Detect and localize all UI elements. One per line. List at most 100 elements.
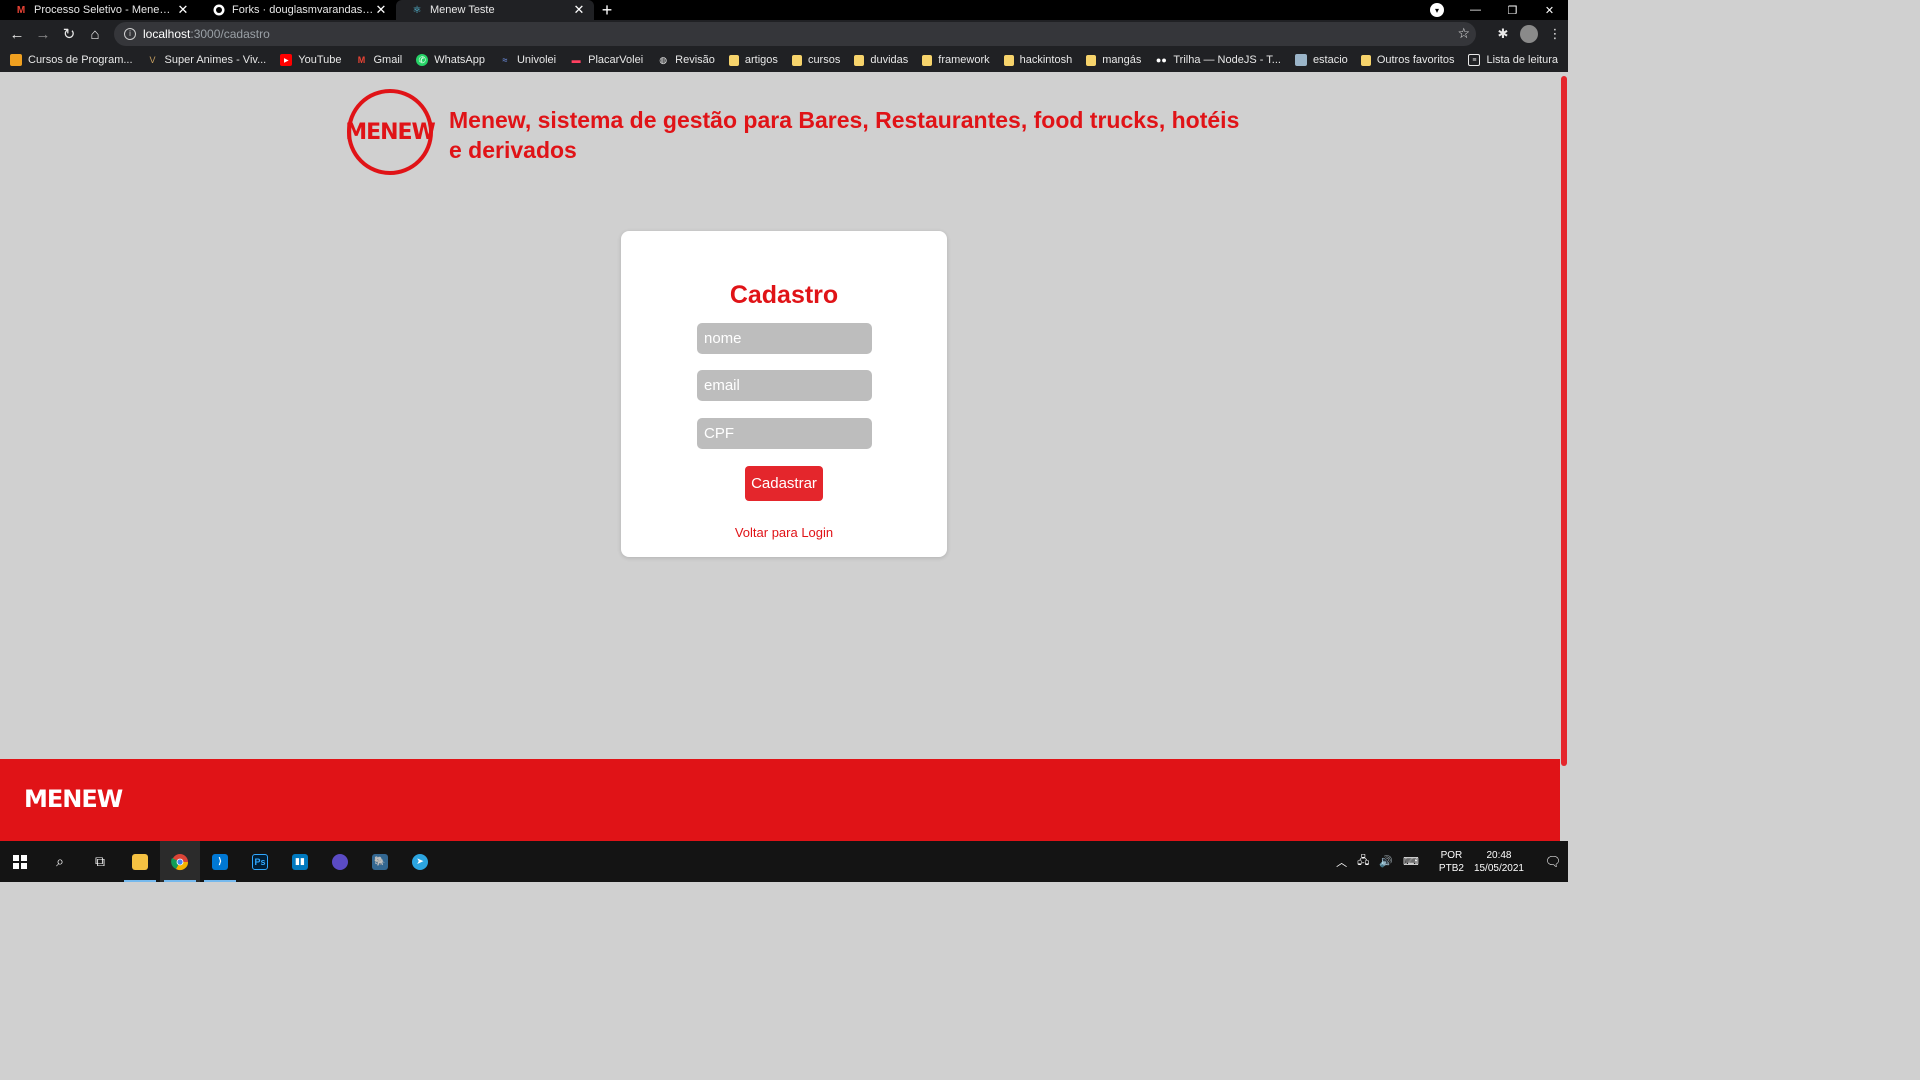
- cpf-input[interactable]: [697, 418, 872, 449]
- clock-time: 20:48: [1486, 849, 1512, 861]
- telegram-icon[interactable]: ➤: [400, 841, 440, 882]
- form-title: Cadastro: [729, 281, 839, 309]
- photoshop-icon[interactable]: Ps: [240, 841, 280, 882]
- youtube-icon: ▶: [280, 54, 293, 66]
- submit-button[interactable]: Cadastrar: [745, 466, 823, 501]
- signup-card: Cadastro Cadastrar Voltar para Login: [621, 231, 947, 557]
- close-icon[interactable]: ✕: [572, 2, 586, 18]
- language-indicator[interactable]: POR PTB2: [1439, 849, 1464, 875]
- home-icon[interactable]: ⌂: [82, 21, 108, 47]
- bookmark-item[interactable]: ●● Trilha — NodeJS - T...: [1155, 54, 1281, 66]
- star-icon[interactable]: ☆: [1457, 25, 1470, 42]
- univolei-icon: ≈: [502, 55, 508, 65]
- bookmark-label: duvidas: [870, 54, 909, 66]
- bookmark-item[interactable]: V Super Animes - Viv...: [147, 54, 267, 66]
- restore-button[interactable]: ❐: [1494, 4, 1531, 17]
- close-icon[interactable]: ✕: [374, 2, 388, 18]
- bookmark-folder[interactable]: duvidas: [854, 54, 908, 66]
- github-icon: [212, 3, 226, 17]
- extensions-icon[interactable]: ✱: [1490, 26, 1516, 42]
- scrollbar-thumb[interactable]: [1561, 76, 1567, 766]
- tab-menew-teste[interactable]: ⚛ Menew Teste ✕: [396, 0, 594, 20]
- bookmark-label: WhatsApp: [434, 54, 485, 66]
- app-circle-icon[interactable]: [320, 841, 360, 882]
- volume-icon[interactable]: 🔊: [1379, 855, 1393, 868]
- window-controls: — ❐ ✕: [1457, 0, 1568, 20]
- folder-icon: [1003, 54, 1014, 66]
- bookmark-label: mangás: [1102, 54, 1142, 66]
- bookmark-folder[interactable]: cursos: [791, 54, 840, 66]
- page-footer: MENEW: [0, 759, 1560, 841]
- forward-arrow-icon[interactable]: →: [30, 21, 56, 47]
- bookmark-label: PlacarVolei: [588, 54, 644, 66]
- email-input[interactable]: [697, 370, 872, 401]
- clock[interactable]: 20:48 15/05/2021: [1474, 849, 1524, 875]
- bookmark-item[interactable]: ▶ YouTube: [280, 54, 341, 66]
- bookmark-folder[interactable]: artigos: [728, 54, 778, 66]
- clock-date: 15/05/2021: [1473, 862, 1524, 874]
- menu-icon[interactable]: ⋮: [1542, 26, 1568, 42]
- bookmark-icon: [10, 54, 22, 66]
- bookmarks-bar: Cursos de Program... V Super Animes - Viv…: [0, 48, 1568, 72]
- tab-title: Forks · douglasmvarandas/mene: [232, 4, 374, 16]
- address-bar[interactable]: i localhost:3000/cadastro ☆: [114, 22, 1476, 46]
- page-scrollbar[interactable]: [1560, 76, 1568, 841]
- whatsapp-icon: ✆: [416, 54, 429, 66]
- folder-icon: [791, 54, 802, 66]
- bookmark-folder[interactable]: framework: [922, 54, 990, 66]
- url-path: :3000/cadastro: [190, 27, 270, 41]
- tab-processo-seletivo[interactable]: M Processo Seletivo - Menew - pat ✕: [0, 0, 198, 20]
- bookmarks-right: Outros favoritos ≡ Lista de leitura: [1360, 48, 1558, 72]
- browser-toolbar: ← → ↻ ⌂ i localhost:3000/cadastro ☆ ✱ ⋮: [0, 20, 1568, 48]
- bookmark-label: Cursos de Program...: [28, 54, 133, 66]
- file-explorer-icon[interactable]: [120, 841, 160, 882]
- bookmark-item[interactable]: ✆ WhatsApp: [416, 54, 485, 66]
- back-to-login-link[interactable]: Voltar para Login: [621, 525, 947, 540]
- notification-icon[interactable]: 🗨: [1538, 854, 1568, 870]
- tab-search-icon[interactable]: ▾: [1430, 3, 1444, 17]
- name-input[interactable]: [697, 323, 872, 354]
- bookmark-label: Gmail: [373, 54, 403, 66]
- trello-icon[interactable]: ▮▮: [280, 841, 320, 882]
- bookmark-folder[interactable]: hackintosh: [1003, 54, 1072, 66]
- network-icon[interactable]: 🖧: [1357, 852, 1369, 871]
- reading-list[interactable]: ≡ Lista de leitura: [1468, 54, 1558, 66]
- image-icon: [1294, 54, 1307, 66]
- close-window-button[interactable]: ✕: [1531, 4, 1568, 17]
- tab-title: Menew Teste: [430, 4, 495, 16]
- bookmark-item[interactable]: M Gmail: [355, 54, 402, 66]
- bookmark-item[interactable]: Cursos de Program...: [10, 54, 133, 66]
- gmail-icon: M: [357, 55, 366, 65]
- reload-icon[interactable]: ↻: [56, 21, 82, 47]
- task-view-icon[interactable]: ⧉: [80, 841, 120, 882]
- profile-avatar[interactable]: [1520, 25, 1538, 43]
- gmail-icon: M: [16, 4, 26, 16]
- new-tab-button[interactable]: +: [594, 0, 620, 20]
- folder-icon: [1360, 54, 1371, 66]
- chrome-icon[interactable]: [160, 841, 200, 882]
- vscode-icon[interactable]: ⟩: [200, 841, 240, 882]
- bookmark-folder[interactable]: mangás: [1086, 54, 1141, 66]
- other-bookmarks[interactable]: Outros favoritos: [1360, 54, 1454, 66]
- postgresql-icon[interactable]: 🐘: [360, 841, 400, 882]
- back-arrow-icon[interactable]: ←: [4, 21, 30, 47]
- bookmark-item[interactable]: ◍ Revisão: [657, 54, 715, 66]
- page-headline: Menew, sistema de gestão para Bares, Res…: [449, 107, 1240, 163]
- medium-icon: ●●: [1155, 55, 1167, 65]
- bookmark-label: Univolei: [516, 54, 557, 66]
- windows-start-icon[interactable]: [0, 841, 40, 882]
- menew-logo: MENEW: [345, 89, 436, 175]
- toolbar-actions: ✱ ⋮: [1490, 20, 1568, 48]
- close-icon[interactable]: ✕: [176, 2, 190, 18]
- system-tray: ︿ 🖧 🔊 ⌨ POR PTB2 20:48 15/05/2021 🗨: [1336, 841, 1568, 882]
- search-icon[interactable]: ⌕: [40, 841, 80, 882]
- bookmark-item[interactable]: estacio: [1294, 54, 1348, 66]
- bookmark-item[interactable]: ▬ PlacarVolei: [570, 54, 644, 66]
- url-host: localhost: [143, 27, 191, 41]
- keyboard-icon[interactable]: ⌨: [1403, 855, 1419, 868]
- bookmark-item[interactable]: ≈ Univolei: [499, 54, 556, 66]
- tray-chevron-icon[interactable]: ︿: [1336, 854, 1347, 870]
- info-icon[interactable]: i: [124, 28, 136, 40]
- minimize-button[interactable]: —: [1457, 4, 1494, 16]
- tab-forks[interactable]: Forks · douglasmvarandas/mene ✕: [198, 0, 396, 20]
